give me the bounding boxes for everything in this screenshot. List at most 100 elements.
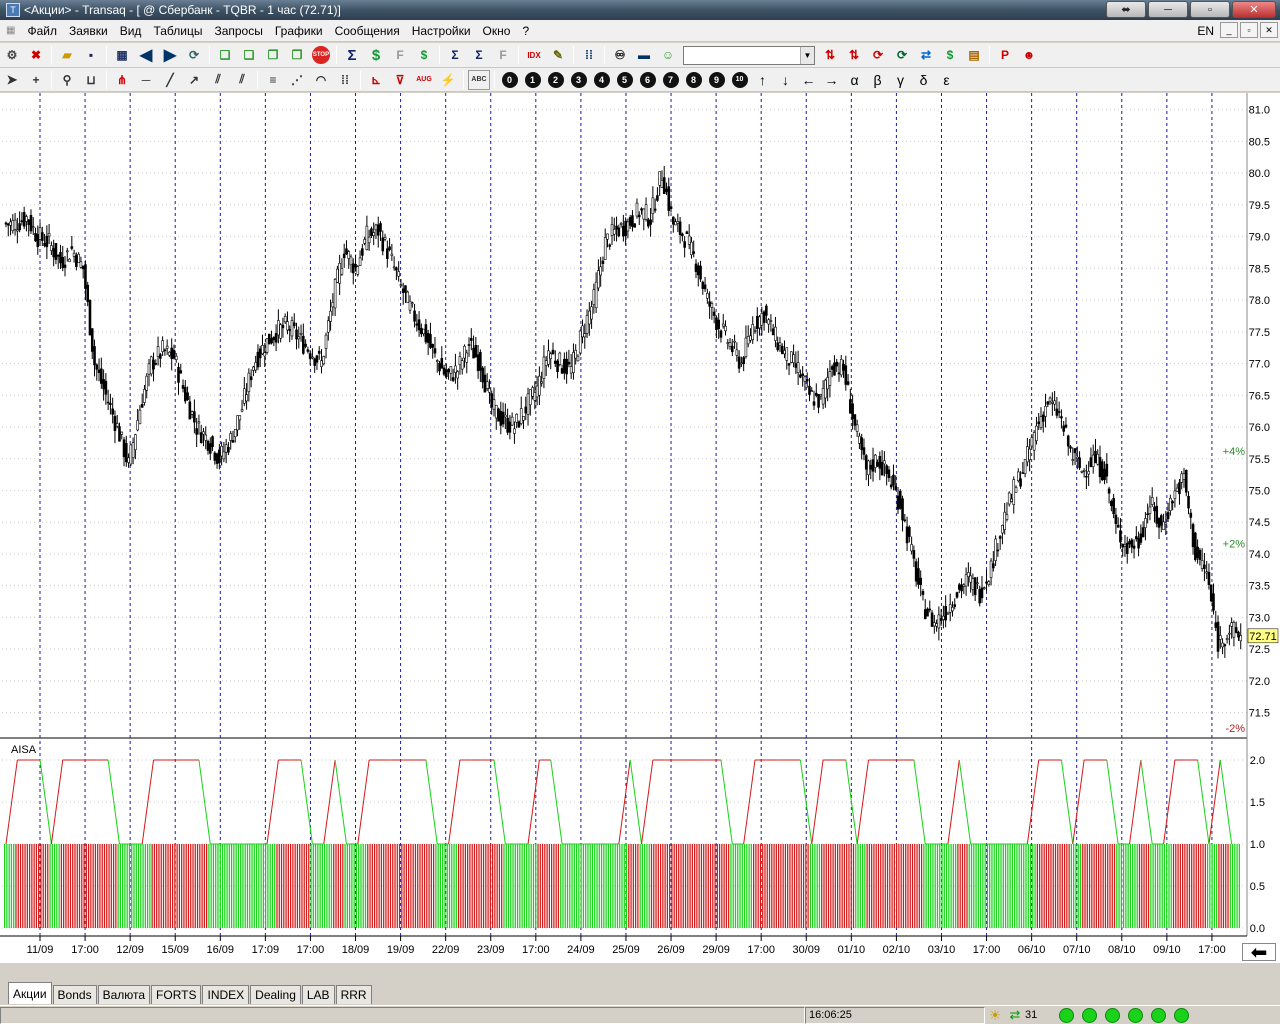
ticker-icon[interactable]: ⁞⁞ [578, 45, 600, 65]
edit-icon[interactable]: ✎ [547, 45, 569, 65]
wave-9-icon[interactable]: 9 [708, 71, 725, 88]
menu-messages[interactable]: Сообщения [329, 24, 406, 38]
open-folder-icon[interactable]: ▰ [56, 45, 78, 65]
ray-icon[interactable]: ↗ [183, 70, 205, 90]
red-arrows-icon[interactable]: ⇅ [819, 45, 841, 65]
wave-5-icon[interactable]: 5 [616, 71, 633, 88]
tab-stocks[interactable]: Акции [8, 982, 52, 1004]
stop-icon[interactable]: STOP [310, 45, 332, 65]
wave-0-icon[interactable]: 0 [501, 71, 518, 88]
close-button[interactable]: ✕ [1232, 1, 1276, 18]
arrow-down-icon[interactable]: ↓ [774, 72, 797, 88]
tab-currency[interactable]: Валюта [97, 985, 151, 1004]
gamma-icon[interactable]: γ [889, 72, 912, 88]
menu-view[interactable]: Вид [114, 24, 148, 38]
fork-icon[interactable]: ⋔ [111, 70, 133, 90]
menu-settings[interactable]: Настройки [406, 24, 477, 38]
tab-lab[interactable]: LAB [301, 985, 335, 1004]
channel-icon[interactable]: ⫽ [231, 70, 253, 90]
sigma-l-icon[interactable]: Σ [468, 45, 490, 65]
maximize-button[interactable]: ─ [1148, 1, 1188, 18]
language-indicator[interactable]: EN [1197, 24, 1214, 38]
menu-help[interactable]: ? [516, 24, 535, 38]
wave-10-icon[interactable]: 10 [731, 71, 748, 88]
sigma-icon[interactable]: Σ [341, 45, 363, 65]
people-icon[interactable]: ☺ [657, 45, 679, 65]
chart-cycle-icon[interactable]: ⟳ [891, 45, 913, 65]
wave-7-icon[interactable]: 7 [662, 71, 679, 88]
paste2-icon[interactable]: ❐ [286, 45, 308, 65]
pointer-icon[interactable]: ➤ [1, 70, 23, 90]
instrument-combo[interactable]: ▼ [683, 45, 815, 65]
hline-icon[interactable]: ─ [135, 70, 157, 90]
wave-3-icon[interactable]: 3 [570, 71, 587, 88]
zoom-icon[interactable]: ⚲ [56, 70, 78, 90]
mask-icon[interactable]: ☻ [1018, 45, 1040, 65]
table-icon[interactable]: ▦ [111, 45, 133, 65]
fs-icon[interactable]: F [389, 45, 411, 65]
arrow-left-icon[interactable]: ◀ [135, 45, 157, 65]
menu-tables[interactable]: Таблицы [147, 24, 208, 38]
dollar-icon[interactable]: $ [365, 45, 387, 65]
tab-index[interactable]: INDEX [202, 985, 250, 1004]
copy-icon[interactable]: ❏ [214, 45, 236, 65]
arrow-right-icon[interactable]: → [820, 72, 843, 88]
tab-rrr[interactable]: RRR [335, 985, 372, 1004]
fl-icon[interactable]: F [492, 45, 514, 65]
fibo-icon[interactable]: ≡ [262, 70, 284, 90]
copy2-icon[interactable]: ❏ [238, 45, 260, 65]
mdi-minimize-button[interactable]: _ [1220, 22, 1238, 38]
binoculars-icon[interactable]: ♾ [609, 45, 631, 65]
tab-bonds[interactable]: Bonds [52, 985, 97, 1004]
parallel-icon[interactable]: ⫽ [207, 70, 229, 90]
menu-requests[interactable]: Запросы [208, 24, 268, 38]
delta-icon[interactable]: δ [912, 72, 935, 88]
dollar-cycle-icon[interactable]: $ [413, 45, 435, 65]
text-icon[interactable]: ABC [468, 69, 490, 90]
measure-icon[interactable]: ⊔ [80, 70, 102, 90]
alpha-icon[interactable]: α [843, 72, 866, 88]
wave-8-icon[interactable]: 8 [685, 71, 702, 88]
arrow-left-icon[interactable]: ← [797, 72, 820, 88]
tab-forts[interactable]: FORTS [151, 985, 202, 1004]
beta-icon[interactable]: β [866, 72, 889, 88]
new-order-icon[interactable]: ⚙ [1, 45, 23, 65]
paste-icon[interactable]: ❐ [262, 45, 284, 65]
menu-file[interactable]: Файл [21, 24, 63, 38]
idx-icon[interactable]: IDX [523, 45, 545, 65]
restore-button[interactable]: ▫ [1190, 1, 1230, 18]
fibo-fan-icon[interactable]: ⋰ [286, 70, 308, 90]
wave-2-icon[interactable]: 2 [547, 71, 564, 88]
wave-6-icon[interactable]: 6 [639, 71, 656, 88]
chevron-down-icon[interactable]: ▼ [800, 46, 814, 64]
aug-icon[interactable]: AUG [413, 70, 435, 90]
p-icon[interactable]: P [994, 45, 1016, 65]
chart-area[interactable]: AISA 81.0 80.5 80.0 79.5 79.0 78.5 78.0 77.5 77.… [0, 93, 1280, 964]
delete-icon[interactable]: ✖ [25, 45, 47, 65]
menu-orders[interactable]: Заявки [63, 24, 114, 38]
wave-4-icon[interactable]: 4 [593, 71, 610, 88]
dollar-swap-icon[interactable]: $ [939, 45, 961, 65]
cycle-icon[interactable]: ⟳ [867, 45, 889, 65]
price-chart[interactable]: AISA 81.0 80.5 80.0 79.5 79.0 78.5 78.0 77.5 77.… [0, 93, 1280, 963]
report-icon[interactable]: ▤ [963, 45, 985, 65]
elliott-icon[interactable]: ⚡ [437, 70, 459, 90]
wave-1-icon[interactable]: 1 [524, 71, 541, 88]
ruler-icon[interactable]: ▬ [633, 45, 655, 65]
swap-icon[interactable]: ⇄ [915, 45, 937, 65]
time-icon[interactable]: ⁞⁞ [334, 70, 356, 90]
tab-dealing[interactable]: Dealing [250, 985, 301, 1004]
line-icon[interactable]: ╱ [159, 70, 181, 90]
regress-icon[interactable]: ⊾ [365, 70, 387, 90]
save-icon[interactable]: ▪ [80, 45, 102, 65]
red-arrows2-icon[interactable]: ⇅ [843, 45, 865, 65]
arrow-up-icon[interactable]: ↑ [751, 72, 774, 88]
minimize-button[interactable]: ⬌ [1106, 1, 1146, 18]
menu-charts[interactable]: Графики [269, 24, 329, 38]
arrow-right-icon[interactable]: ▶ [159, 45, 181, 65]
cycles-icon[interactable]: ⊽ [389, 70, 411, 90]
scroll-left-arrow-icon[interactable]: ⬅ [1242, 942, 1276, 964]
epsilon-icon[interactable]: ε [935, 72, 958, 88]
arcs-icon[interactable]: ◠ [310, 70, 332, 90]
refresh-icon[interactable]: ⟳ [183, 45, 205, 65]
